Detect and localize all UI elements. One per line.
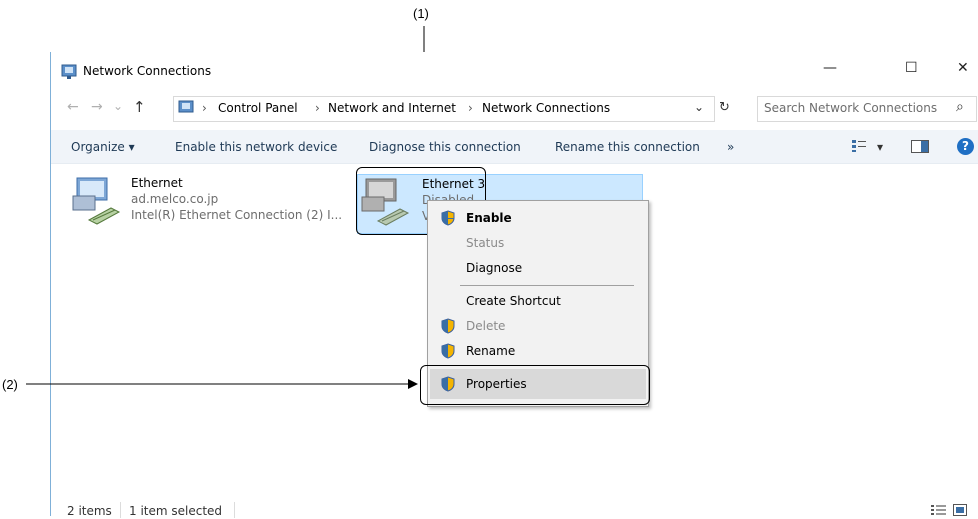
callout-2-arrow	[26, 379, 418, 389]
